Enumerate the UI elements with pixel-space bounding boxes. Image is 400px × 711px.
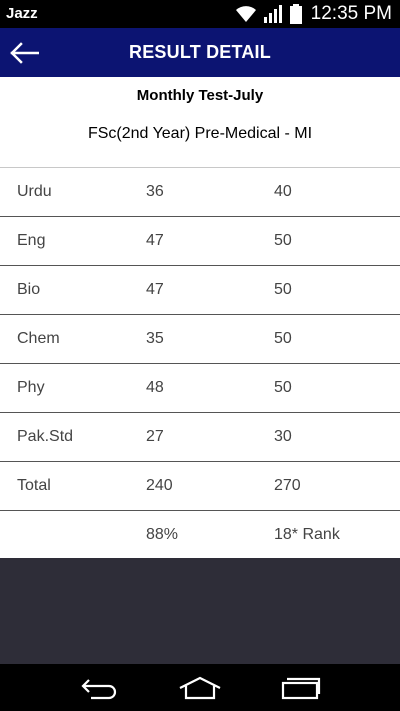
subject-cell: Phy [17, 379, 45, 396]
result-detail-panel: Monthly Test-July FSc(2nd Year) Pre-Medi… [0, 77, 400, 558]
recent-apps-icon [282, 677, 321, 699]
total-marks-cell: 30 [274, 428, 292, 445]
subject-cell: Pak.Std [17, 428, 74, 445]
obtained-marks-cell: 36 [146, 183, 164, 200]
nav-recent-apps-button[interactable] [271, 668, 331, 708]
obtained-marks-cell: 240 [146, 477, 173, 494]
obtained-marks-cell: 27 [146, 428, 164, 445]
total-marks-cell: 40 [274, 183, 292, 200]
rank-cell: 18* Rank [274, 526, 340, 543]
subject-cell: Total [17, 477, 51, 494]
battery-icon [289, 4, 302, 24]
summary-row: 88% 18* Rank [0, 511, 400, 560]
total-marks-cell: 50 [274, 232, 292, 249]
test-name: Monthly Test-July [136, 87, 264, 104]
wifi-icon [235, 6, 256, 22]
carrier-name: Jazz [6, 5, 38, 22]
program-name: FSc(2nd Year) Pre-Medical - MI [87, 125, 313, 142]
status-icons: 12:35 PM [234, 3, 392, 25]
subject-cell: Chem [17, 330, 60, 347]
home-icon [179, 676, 221, 699]
status-bar: Jazz 12:35 PM [0, 0, 400, 28]
obtained-marks-cell: 47 [146, 232, 164, 249]
subject-cell: Eng [17, 232, 46, 249]
table-row: Phy 48 50 [0, 364, 400, 413]
back-icon [81, 678, 116, 699]
obtained-marks-cell: 35 [146, 330, 164, 347]
page-title: RESULT DETAIL [129, 42, 271, 62]
table-row: Bio 47 50 [0, 266, 400, 315]
obtained-marks-cell: 48 [146, 379, 164, 396]
nav-back-button[interactable] [69, 668, 129, 708]
table-row: Eng 47 50 [0, 217, 400, 266]
percentage-cell: 88% [146, 526, 179, 543]
app-bar: RESULT DETAIL [0, 28, 400, 77]
subject-cell: Bio [17, 281, 41, 298]
total-marks-cell: 50 [274, 379, 292, 396]
obtained-marks-cell: 47 [146, 281, 164, 298]
marks-table: Urdu 36 40 Eng 47 50 Bio 47 50 Chem 35 5… [0, 168, 400, 560]
nav-home-button[interactable] [170, 668, 230, 708]
table-row: Urdu 36 40 [0, 168, 400, 217]
table-row: Pak.Std 27 30 [0, 413, 400, 462]
total-marks-cell: 270 [274, 477, 301, 494]
total-row: Total 240 270 [0, 462, 400, 511]
clock: 12:35 PM [310, 3, 392, 24]
subject-cell: Urdu [17, 183, 52, 200]
total-marks-cell: 50 [274, 330, 292, 347]
signal-icon [263, 5, 282, 23]
table-row: Chem 35 50 [0, 315, 400, 364]
total-marks-cell: 50 [274, 281, 292, 298]
system-nav-bar [0, 664, 400, 711]
